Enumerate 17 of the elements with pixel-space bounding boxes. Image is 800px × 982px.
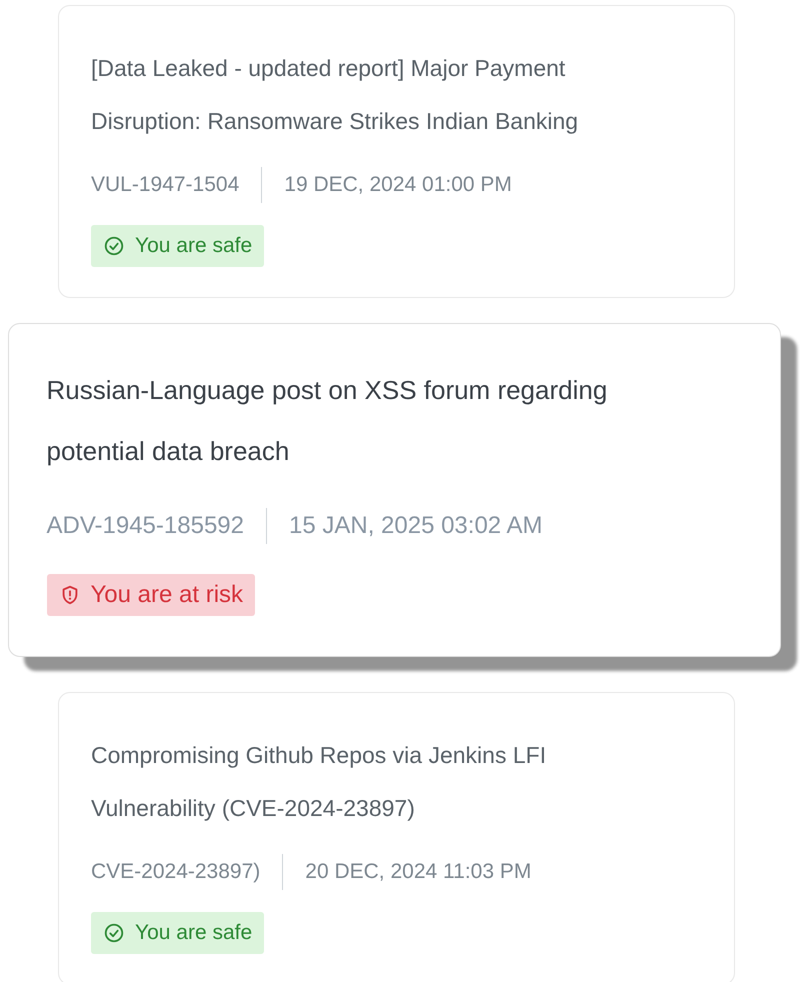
advisory-id: VUL-1947-1504 [91,172,240,198]
check-circle-icon [103,235,125,257]
advisory-id: ADV-1945-185592 [46,511,244,541]
advisory-date: 15 JAN, 2025 03:02 AM [288,511,542,541]
advisory-card[interactable]: [Data Leaked - updated report] Major Payment Disruption: Ransomware Strikes Indian Banking VUL-1947-1504 19 DEC, 2024 01:00 PM You are safe [58,5,735,298]
advisory-card[interactable]: Russian-Language post on XSS forum regarding potential data breach ADV-1945-185592 15 JAN, 2025 03:02 AM You are at risk [8,323,780,657]
status-badge: You are safe [91,225,264,267]
advisory-date: 19 DEC, 2024 01:00 PM [284,172,512,198]
status-badge: You are at risk [46,574,256,616]
advisory-id: CVE-2024-23897) [91,859,260,885]
advisory-date: 20 DEC, 2024 11:03 PM [305,859,532,885]
status-badge: You are safe [91,912,264,954]
advisory-title: Russian-Language post on XSS forum regarding potential data breach [46,374,608,468]
check-circle-icon [103,922,125,944]
advisory-card[interactable]: Compromising Github Repos via Jenkins LFI Vulnerability (CVE-2024-23897) CVE-2024-23897) 20 DEC, 2024 11:03 PM You are safe [58,692,735,982]
advisory-title: Compromising Github Repos via Jenkins LFI Vulnerability (CVE-2024-23897) [91,741,548,823]
advisory-title: [Data Leaked - updated report] Major Payment Disruption: Ransomware Strikes Indian Banking [91,54,580,136]
